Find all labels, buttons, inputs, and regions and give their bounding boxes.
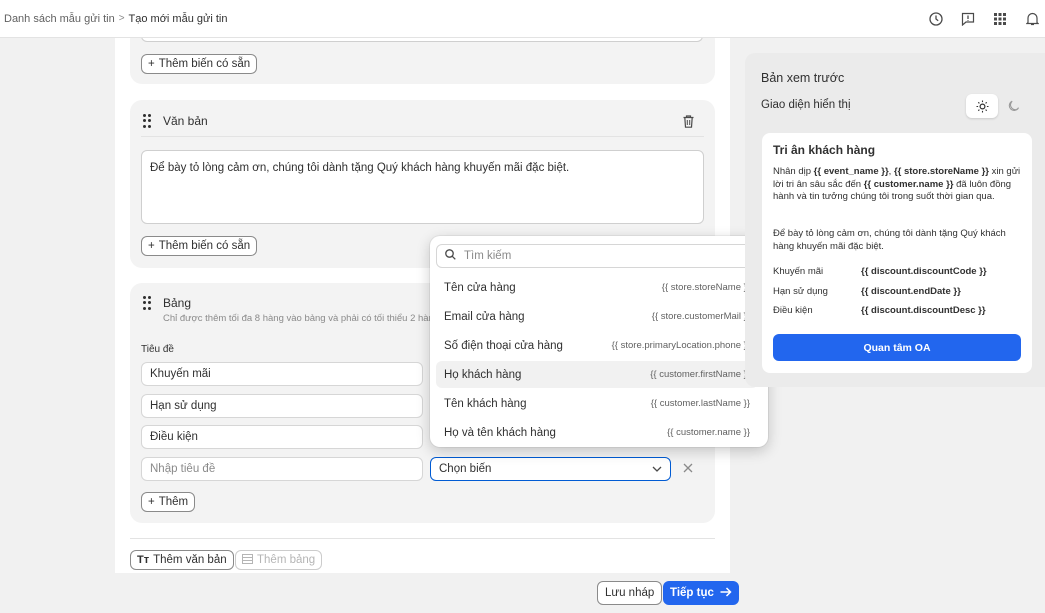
preview-table-value: {{ discount.discountDesc }}: [861, 305, 986, 316]
table-icon: [242, 553, 253, 567]
table-card-title: Bảng: [163, 296, 192, 310]
preview-title: Bản xem trước: [761, 71, 845, 85]
trash-icon[interactable]: [683, 115, 694, 131]
message-title: Tri ân khách hàng: [773, 143, 876, 157]
text-content-input[interactable]: Để bày tỏ lòng cảm ơn, chúng tôi dành tặ…: [141, 150, 704, 224]
follow-oa-button[interactable]: Quan tâm OA: [773, 334, 1021, 361]
option-label: Họ khách hàng: [444, 368, 522, 381]
plus-icon: +: [148, 240, 155, 252]
option-variable: {{ customer.name }}: [667, 427, 750, 438]
history-icon[interactable]: [927, 10, 945, 28]
top-icon-group: [927, 0, 1041, 38]
divider: [130, 538, 715, 539]
content-card-top: + Thêm biến có sẵn: [130, 38, 715, 84]
add-variable-label: Thêm biến có sẵn: [158, 240, 251, 252]
search-placeholder: Tìm kiếm: [464, 250, 512, 262]
add-row-button[interactable]: + Thêm: [141, 492, 196, 512]
new-row-title-input[interactable]: Nhập tiêu đề: [141, 457, 423, 481]
option-label: Email cửa hàng: [444, 310, 525, 323]
text-segment: Nhân dịp: [773, 166, 814, 177]
message-preview-card: Tri ân khách hàng Nhân dịp {{ event_name…: [762, 133, 1032, 373]
option-label: Họ và tên khách hàng: [444, 426, 556, 439]
breadcrumb-parent-link[interactable]: Danh sách mẫu gửi tin: [4, 13, 115, 25]
add-table-label: Thêm bảng: [257, 554, 316, 566]
top-bar: Danh sách mẫu gửi tin > Tạo mới mẫu gửi …: [0, 0, 1045, 38]
preview-table-key: Khuyến mãi: [773, 266, 824, 277]
save-draft-button[interactable]: Lưu nháp: [597, 581, 663, 605]
add-row-label: Thêm: [158, 496, 189, 508]
option-label: Số điện thoại cửa hàng: [444, 339, 563, 352]
continue-label: Tiếp tục: [670, 587, 714, 599]
preview-table-row: Điều kiện {{ discount.discountDesc }}: [773, 305, 1023, 316]
variable-select[interactable]: Chọn biến: [430, 457, 671, 481]
add-text-button[interactable]: Tт Thêm văn bản: [130, 550, 234, 570]
dropdown-option[interactable]: Tên cửa hàng {{ store.storeName }}: [436, 274, 758, 301]
option-variable: {{ customer.lastName }}: [650, 398, 750, 409]
arrow-right-icon: [720, 586, 732, 600]
add-text-label: Thêm văn bản: [153, 554, 227, 566]
text-card-title: Văn bản: [163, 114, 208, 128]
dropdown-option[interactable]: Họ và tên khách hàng {{ customer.name }}: [436, 419, 758, 446]
breadcrumb-separator: >: [118, 13, 125, 24]
message-paragraph-2: Để bày tỏ lòng cảm ơn, chúng tôi dành tặ…: [773, 228, 1006, 252]
breadcrumb-current: Tạo mới mẫu gửi tin: [128, 12, 228, 25]
variable-token: {{ event_name }}: [813, 166, 889, 177]
add-variable-label: Thêm biến có sẵn: [158, 58, 251, 70]
drag-handle-icon[interactable]: [143, 296, 153, 310]
preview-table-value: {{ discount.discountCode }}: [861, 266, 987, 277]
preview-table-key: Hạn sử dụng: [773, 286, 828, 297]
variable-select-value: Chọn biến: [439, 463, 492, 475]
plus-icon: +: [148, 58, 155, 70]
option-variable: {{ customer.firstName }}: [650, 369, 750, 380]
column-header-title: Tiêu đề: [141, 344, 174, 355]
save-draft-label: Lưu nháp: [605, 587, 655, 599]
notification-bell-icon[interactable]: [1023, 10, 1041, 28]
table-row-title-input[interactable]: Khuyến mãi: [141, 362, 423, 386]
theme-toggle: [966, 94, 1032, 118]
add-variable-button[interactable]: + Thêm biến có sẵn: [141, 236, 258, 256]
table-hint: Chỉ được thêm tối đa 8 hàng vào bảng và …: [163, 313, 442, 324]
text-input-top[interactable]: [141, 38, 703, 42]
preview-table-row: Khuyến mãi {{ discount.discountCode }}: [773, 266, 1023, 277]
feedback-icon[interactable]: [959, 10, 977, 28]
dark-mode-moon-icon[interactable]: [998, 94, 1030, 118]
option-label: Tên cửa hàng: [444, 281, 516, 294]
variable-token: {{ store.storeName }}: [893, 166, 989, 177]
option-variable: {{ store.customerMail }}: [651, 311, 750, 322]
text-format-icon: Tт: [137, 554, 150, 566]
variable-dropdown: Tìm kiếm Tên cửa hàng {{ store.storeName…: [430, 236, 768, 447]
breadcrumb: Danh sách mẫu gửi tin > Tạo mới mẫu gửi …: [4, 13, 228, 25]
divider: [141, 136, 704, 137]
option-label: Tên khách hàng: [444, 397, 527, 410]
variable-token: {{ customer.name }}: [863, 178, 954, 190]
option-variable: {{ store.primaryLocation.phone }}: [611, 340, 750, 351]
add-variable-button[interactable]: + Thêm biến có sẵn: [141, 54, 258, 74]
light-mode-sun-icon[interactable]: [966, 94, 998, 118]
add-table-button[interactable]: Thêm bảng: [235, 550, 323, 570]
dropdown-option[interactable]: Số điện thoại cửa hàng {{ store.primaryL…: [436, 332, 758, 359]
chevron-down-icon: [652, 463, 662, 475]
display-mode-label: Giao diện hiển thị: [761, 99, 851, 111]
apps-grid-icon[interactable]: [991, 10, 1009, 28]
preview-panel: Bản xem trước Giao diện hiển thị Tri ân …: [745, 53, 1045, 387]
table-row-title-input[interactable]: Hạn sử dụng: [141, 394, 423, 418]
option-variable: {{ store.storeName }}: [661, 282, 750, 293]
dropdown-option[interactable]: Tên khách hàng {{ customer.lastName }}: [436, 390, 758, 417]
plus-icon: +: [148, 496, 155, 508]
preview-table-row: Hạn sử dụng {{ discount.endDate }}: [773, 286, 1023, 297]
remove-row-icon[interactable]: [683, 462, 693, 476]
drag-handle-icon[interactable]: [143, 114, 153, 128]
search-icon: [445, 249, 456, 263]
preview-table-key: Điều kiện: [773, 305, 813, 316]
table-row-title-input[interactable]: Điều kiện: [141, 425, 423, 449]
message-paragraph-1: Nhân dịp {{ event_name }}, {{ store.stor…: [773, 166, 1023, 204]
dropdown-search-input[interactable]: Tìm kiếm: [436, 244, 761, 268]
continue-button[interactable]: Tiếp tục: [663, 581, 739, 605]
dropdown-option-highlighted[interactable]: Họ khách hàng {{ customer.firstName }}: [436, 361, 758, 388]
preview-table-value: {{ discount.endDate }}: [861, 286, 961, 297]
dropdown-option[interactable]: Email cửa hàng {{ store.customerMail }}: [436, 303, 758, 330]
